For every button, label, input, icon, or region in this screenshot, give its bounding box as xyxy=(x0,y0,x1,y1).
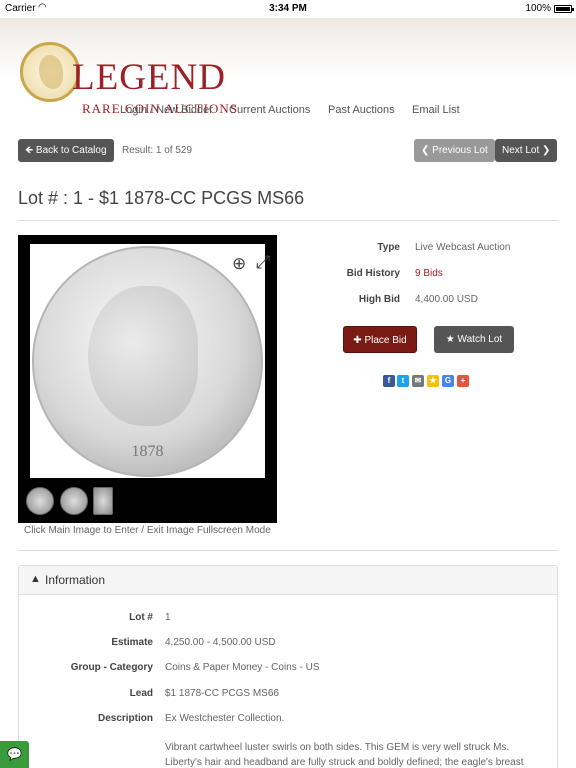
plus-icon: ✚ xyxy=(353,335,362,346)
divider xyxy=(18,220,558,221)
info-label-lot: Lot # xyxy=(129,612,153,623)
email-icon[interactable]: ✉ xyxy=(412,375,424,387)
chevron-left-icon: ❮ xyxy=(421,145,430,156)
nav-current-auctions[interactable]: Current Auctions xyxy=(229,104,310,116)
place-bid-button[interactable]: ✚ Place Bid xyxy=(343,326,417,353)
share-plus-icon[interactable]: + xyxy=(457,375,469,387)
previous-lot-label: Previous Lot xyxy=(432,145,488,156)
arrow-left-icon: 🡸 xyxy=(25,145,34,156)
main-nav: Login / New Bidder Current Auctions Past… xyxy=(0,104,576,118)
star-icon: ★ xyxy=(445,334,455,345)
info-label-estimate: Estimate xyxy=(111,637,153,648)
info-label-group-category: Group - Category xyxy=(70,662,153,673)
info-label-lead: Lead xyxy=(129,688,153,699)
info-value-estimate: 4,250.00 - 4,500.00 USD xyxy=(165,637,276,648)
previous-lot-button[interactable]: ❮ Previous Lot xyxy=(414,139,495,162)
detail-value-high-bid: 4,400.00 USD xyxy=(415,294,478,305)
status-bar: Carrier ◠ 3:34 PM 100% xyxy=(0,0,576,18)
description-text: Vibrant cartwheel luster swirls on both … xyxy=(165,742,524,768)
coin-image: 1878 xyxy=(32,246,263,477)
thumbnail-reverse[interactable] xyxy=(60,487,88,515)
main-coin-image[interactable]: 1878 ⊕ ⤢ xyxy=(30,244,270,478)
next-lot-label: Next Lot xyxy=(502,145,540,156)
chat-icon: 💬 xyxy=(7,747,22,761)
logo-brand-text: LEGEND xyxy=(72,57,226,98)
facebook-icon[interactable]: f xyxy=(383,375,395,387)
watch-lot-button[interactable]: ★ Watch Lot xyxy=(434,326,514,353)
battery-icon xyxy=(554,5,574,13)
information-title: Information xyxy=(45,573,106,587)
expand-icon[interactable]: ⤢ xyxy=(256,252,270,273)
page-title: Lot # : 1 - $1 1878-CC PCGS MS66 xyxy=(18,188,305,208)
detail-label-type: Type xyxy=(377,242,400,253)
nav-past-auctions[interactable]: Past Auctions xyxy=(328,104,395,116)
image-caption: Click Main Image to Enter / Exit Image F… xyxy=(24,525,271,536)
bid-history-link[interactable]: 9 Bids xyxy=(415,268,443,279)
image-gallery: 1878 ⊕ ⤢ xyxy=(18,235,277,523)
watch-lot-label: Watch Lot xyxy=(457,334,503,345)
back-to-catalog-label: Back to Catalog xyxy=(35,145,107,156)
back-to-catalog-button[interactable]: 🡸 Back to Catalog xyxy=(18,139,114,162)
chevron-up-icon: ▲ xyxy=(30,573,41,585)
zoom-in-icon[interactable]: ⊕ xyxy=(232,254,246,274)
info-value-lead: $1 1878-CC PCGS MS66 xyxy=(165,688,279,699)
chevron-right-icon: ❯ xyxy=(542,145,551,156)
chat-button[interactable]: 💬 xyxy=(0,741,29,768)
coin-date: 1878 xyxy=(131,443,164,460)
nav-login[interactable]: Login / New Bidder xyxy=(120,104,213,116)
nav-email-list[interactable]: Email List xyxy=(412,104,460,116)
divider xyxy=(18,550,558,551)
place-bid-label: Place Bid xyxy=(364,335,407,346)
detail-label-high-bid: High Bid xyxy=(358,294,400,305)
logo-medallion-icon xyxy=(20,42,80,102)
info-value-description: Ex Westchester Collection. xyxy=(165,713,285,724)
battery-percent: 100% xyxy=(525,3,551,14)
next-lot-button[interactable]: Next Lot ❯ xyxy=(495,139,558,162)
info-value-lot: 1 xyxy=(165,612,171,623)
info-value-group-category: Coins & Paper Money - Coins - US xyxy=(165,662,320,673)
thumbnail-obverse[interactable] xyxy=(26,487,54,515)
info-label-description: Description xyxy=(97,713,153,724)
favorite-icon[interactable]: ★ xyxy=(427,375,439,387)
google-icon[interactable]: G xyxy=(442,375,454,387)
liberty-head-relief xyxy=(88,286,198,426)
information-header[interactable]: ▲ Information xyxy=(19,566,557,595)
clock: 3:34 PM xyxy=(269,3,307,14)
twitter-icon[interactable]: t xyxy=(397,375,409,387)
detail-value-type: Live Webcast Auction xyxy=(415,242,511,253)
thumbnail-slab[interactable] xyxy=(93,487,113,515)
result-counter: Result: 1 of 529 xyxy=(122,145,193,156)
detail-label-bid-history: Bid History xyxy=(346,268,400,279)
